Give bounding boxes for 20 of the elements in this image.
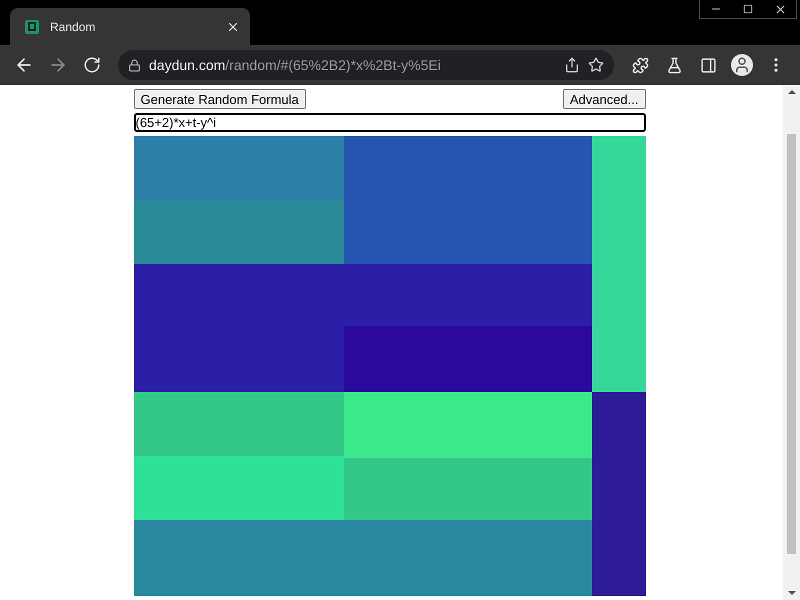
- reload-icon[interactable]: [83, 56, 101, 74]
- address-bar[interactable]: daydun.com/random/#(65%2B2)*x%2Bt-y%5Ei: [118, 50, 614, 80]
- maximize-icon[interactable]: [743, 4, 753, 14]
- tab-title: Random: [50, 20, 96, 34]
- scroll-up-icon[interactable]: [788, 88, 796, 96]
- close-icon[interactable]: [774, 2, 786, 16]
- puzzle-icon[interactable]: [632, 56, 648, 74]
- star-icon[interactable]: [588, 57, 604, 73]
- scroll-down-icon[interactable]: [788, 589, 796, 597]
- flask-icon[interactable]: [666, 56, 682, 74]
- advanced-button[interactable]: Advanced...: [562, 89, 646, 109]
- side-panel-icon[interactable]: [700, 56, 716, 74]
- lock-icon: [128, 58, 141, 72]
- avatar-icon[interactable]: [731, 54, 753, 76]
- formula-field[interactable]: (65+2)*x+t-y^i: [134, 113, 646, 132]
- generate-button[interactable]: Generate Random Formula: [134, 89, 306, 109]
- share-icon[interactable]: [564, 57, 580, 73]
- site-favicon-icon: [24, 18, 40, 34]
- url-text: daydun.com/random/#(65%2B2)*x%2Bt-y%5Ei: [149, 57, 442, 73]
- browser-tab[interactable]: Random: [10, 8, 250, 45]
